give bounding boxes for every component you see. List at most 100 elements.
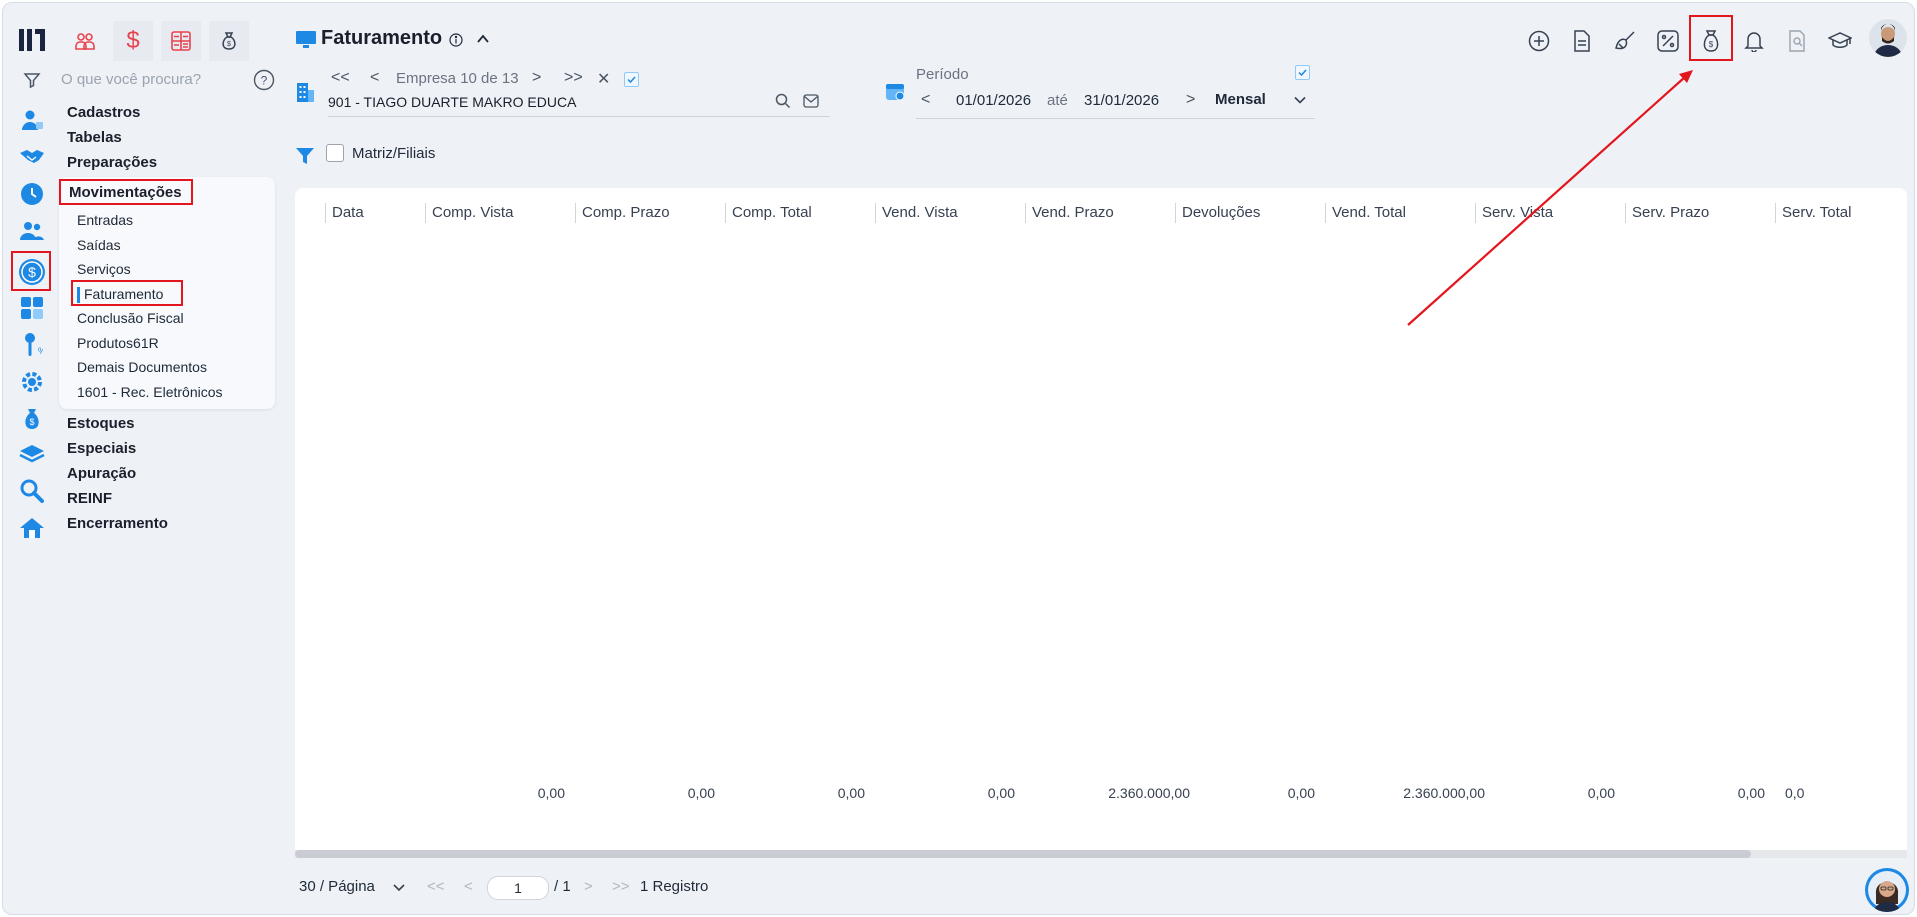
calculator-icon <box>170 30 192 52</box>
first-page-button[interactable]: << <box>427 878 445 895</box>
page-total: / 1 <box>554 878 571 895</box>
col-header-vend-total[interactable]: Vend. Total <box>1325 203 1406 223</box>
chevron-down-icon[interactable] <box>1293 93 1307 107</box>
gear-network-icon[interactable] <box>19 369 45 395</box>
module-tab-calculator[interactable] <box>161 21 201 61</box>
menu-movimentacoes[interactable]: Movimentações <box>69 184 182 201</box>
scrollbar-thumb[interactable] <box>295 850 1751 858</box>
percent-icon[interactable] <box>1654 27 1682 55</box>
module-tab-financial[interactable]: $ <box>113 21 153 61</box>
next-page-button[interactable]: > <box>584 878 593 895</box>
help-icon[interactable]: ? <box>253 69 275 91</box>
period-next-button[interactable]: > <box>1186 91 1195 109</box>
filter-icon[interactable] <box>23 71 41 89</box>
next-company-button[interactable]: > <box>532 69 541 87</box>
app-window: $ $ O que você procura? ? $ $ Cadastros … <box>2 2 1915 915</box>
svg-text:$: $ <box>227 41 231 48</box>
layers-icon[interactable] <box>19 441 45 467</box>
menu-especiais[interactable]: Especiais <box>67 440 136 457</box>
menu-preparacoes[interactable]: Preparações <box>67 154 157 171</box>
document-icon[interactable] <box>1568 27 1596 55</box>
period-checkbox[interactable] <box>1295 65 1310 80</box>
svg-text:$: $ <box>1709 40 1714 49</box>
submenu-servicos[interactable]: Serviços <box>77 261 131 277</box>
menu-tabelas[interactable]: Tabelas <box>67 129 122 146</box>
user-register-icon[interactable] <box>19 107 45 133</box>
handshake-icon[interactable] <box>19 144 45 170</box>
total-vend-prazo: 2.360.000,00 <box>1108 785 1190 801</box>
col-header-serv-total[interactable]: Serv. Total <box>1775 203 1851 223</box>
assistant-avatar[interactable] <box>1865 868 1909 912</box>
col-header-devolucoes[interactable]: Devoluções <box>1175 203 1260 223</box>
period-start-input[interactable]: 01/01/2026 <box>956 92 1031 109</box>
total-comp-prazo: 0,00 <box>687 785 715 801</box>
last-company-button[interactable]: >> <box>564 69 583 87</box>
page-size-chevron-icon[interactable] <box>392 882 406 894</box>
col-header-comp-vista[interactable]: Comp. Vista <box>425 203 513 223</box>
matriz-checkbox[interactable] <box>326 144 344 162</box>
period-separator: até <box>1047 92 1068 109</box>
mail-icon[interactable] <box>803 94 819 108</box>
horizontal-scrollbar[interactable] <box>295 850 1907 858</box>
search-input[interactable]: O que você procura? <box>61 71 201 88</box>
company-checkbox[interactable] <box>624 72 639 87</box>
submenu-demais-documentos[interactable]: Demais Documentos <box>77 359 207 375</box>
app-logo[interactable] <box>17 25 47 55</box>
company-counter: Empresa 10 de 13 <box>396 70 519 87</box>
menu-reinf[interactable]: REINF <box>67 490 112 507</box>
period-prev-button[interactable]: < <box>921 91 930 109</box>
period-underline <box>916 118 1315 119</box>
graduation-cap-icon[interactable] <box>1826 27 1854 55</box>
movements-dollar-icon[interactable]: $ <box>15 255 49 289</box>
calendar-icon <box>885 81 905 101</box>
submenu-saidas[interactable]: Saídas <box>77 237 121 253</box>
user-avatar[interactable] <box>1869 19 1907 57</box>
submenu-rec-eletronicos[interactable]: 1601 - Rec. Eletrônicos <box>77 384 223 400</box>
submenu-faturamento[interactable]: Faturamento <box>84 286 163 302</box>
page-size-select[interactable]: 30 / Página <box>299 878 375 895</box>
users-icon <box>73 29 97 53</box>
submenu-entradas[interactable]: Entradas <box>77 212 133 228</box>
last-page-button[interactable]: >> <box>612 878 630 895</box>
menu-estoques[interactable]: Estoques <box>67 415 135 432</box>
menu-encerramento[interactable]: Encerramento <box>67 515 168 532</box>
people-icon[interactable] <box>19 218 45 244</box>
search-magnifier-icon[interactable] <box>19 478 45 504</box>
clock-icon[interactable] <box>19 181 45 207</box>
monitor-icon <box>295 30 317 50</box>
module-tab-users[interactable] <box>65 21 105 61</box>
submenu-produtos61r[interactable]: Produtos61R <box>77 335 159 351</box>
period-end-input[interactable]: 31/01/2026 <box>1084 92 1159 109</box>
module-tab-money[interactable]: $ <box>209 21 249 61</box>
report-icon[interactable] <box>1783 27 1811 55</box>
col-header-vend-prazo[interactable]: Vend. Prazo <box>1025 203 1114 223</box>
home-icon[interactable] <box>19 515 45 541</box>
company-name[interactable]: 901 - TIAGO DUARTE MAKRO EDUCA <box>328 94 576 110</box>
prev-company-button[interactable]: < <box>370 69 379 87</box>
company-search-icon[interactable] <box>775 93 791 109</box>
broom-icon[interactable] <box>1611 27 1639 55</box>
first-company-button[interactable]: << <box>331 69 350 87</box>
prev-page-button[interactable]: < <box>464 878 473 895</box>
plus-circle-icon[interactable] <box>1525 27 1553 55</box>
total-serv-total: 0,0 <box>1785 785 1805 801</box>
bell-icon[interactable] <box>1740 27 1768 55</box>
submenu-conclusao-fiscal[interactable]: Conclusão Fiscal <box>77 310 184 326</box>
chevron-up-icon[interactable] <box>475 31 491 47</box>
page-number-input[interactable]: 1 <box>487 876 549 900</box>
frequency-select[interactable]: Mensal <box>1215 91 1266 108</box>
pin-tool-icon[interactable]: % <box>19 332 45 358</box>
col-header-vend-vista[interactable]: Vend. Vista <box>875 203 958 223</box>
col-header-data[interactable]: Data <box>325 203 364 223</box>
money-bag-icon[interactable]: $ <box>1697 27 1725 55</box>
menu-apuracao[interactable]: Apuração <box>67 465 136 482</box>
menu-cadastros[interactable]: Cadastros <box>67 104 140 121</box>
col-header-comp-total[interactable]: Comp. Total <box>725 203 812 223</box>
info-icon[interactable] <box>449 33 463 47</box>
funnel-icon[interactable] <box>295 146 315 166</box>
clear-company-button[interactable]: ✕ <box>597 69 610 89</box>
svg-text:?: ? <box>261 74 268 88</box>
money-bag-icon[interactable]: $ <box>19 406 45 432</box>
calculator-grid-icon[interactable] <box>19 295 45 321</box>
col-header-comp-prazo[interactable]: Comp. Prazo <box>575 203 670 223</box>
